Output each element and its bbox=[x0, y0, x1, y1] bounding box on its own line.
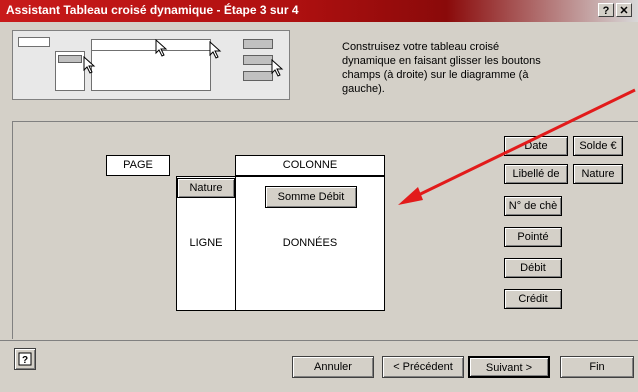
illus-field-1 bbox=[243, 39, 273, 49]
field-button-pointe[interactable]: Pointé bbox=[504, 227, 562, 247]
illus-page-box bbox=[18, 37, 50, 47]
field-button-credit[interactable]: Crédit bbox=[504, 289, 562, 309]
window-title: Assistant Tableau croisé dynamique - Éta… bbox=[6, 3, 299, 17]
title-help-button[interactable]: ? bbox=[598, 3, 614, 17]
cursor-arrow-icon bbox=[271, 59, 284, 77]
cursor-arrow-icon bbox=[155, 39, 168, 57]
illus-field-2 bbox=[243, 55, 273, 65]
next-button[interactable]: Suivant > bbox=[468, 356, 550, 378]
svg-text:?: ? bbox=[22, 355, 28, 366]
column-label: COLONNE bbox=[282, 159, 338, 171]
illus-field-3 bbox=[243, 71, 273, 81]
footer-separator bbox=[0, 340, 638, 341]
previous-button[interactable]: < Précédent bbox=[382, 356, 464, 378]
cursor-arrow-icon bbox=[83, 56, 96, 74]
wizard-illustration bbox=[12, 30, 290, 100]
title-bar[interactable]: Assistant Tableau croisé dynamique - Éta… bbox=[0, 0, 638, 22]
finish-button[interactable]: Fin bbox=[560, 356, 634, 378]
help-icon: ? bbox=[18, 352, 32, 366]
row-label: LIGNE bbox=[189, 237, 223, 249]
illus-column-box bbox=[91, 39, 211, 51]
red-arrow-icon bbox=[398, 88, 636, 205]
field-button-debit[interactable]: Débit bbox=[504, 258, 562, 278]
title-close-button[interactable]: ✕ bbox=[616, 3, 632, 17]
cancel-button[interactable]: Annuler bbox=[292, 356, 374, 378]
data-field-somme-debit[interactable]: Somme Débit bbox=[265, 186, 357, 208]
row-field-nature[interactable]: Nature bbox=[177, 178, 235, 198]
illus-row-field bbox=[58, 55, 82, 63]
pivot-wizard-dialog: Assistant Tableau croisé dynamique - Éta… bbox=[0, 0, 638, 392]
data-label: DONNÉES bbox=[282, 237, 338, 249]
page-drop-zone[interactable]: PAGE bbox=[106, 155, 170, 176]
help-button[interactable]: ? bbox=[14, 348, 36, 370]
page-label: PAGE bbox=[123, 159, 153, 171]
cursor-arrow-icon bbox=[209, 41, 222, 59]
column-drop-zone[interactable]: COLONNE bbox=[235, 155, 385, 176]
